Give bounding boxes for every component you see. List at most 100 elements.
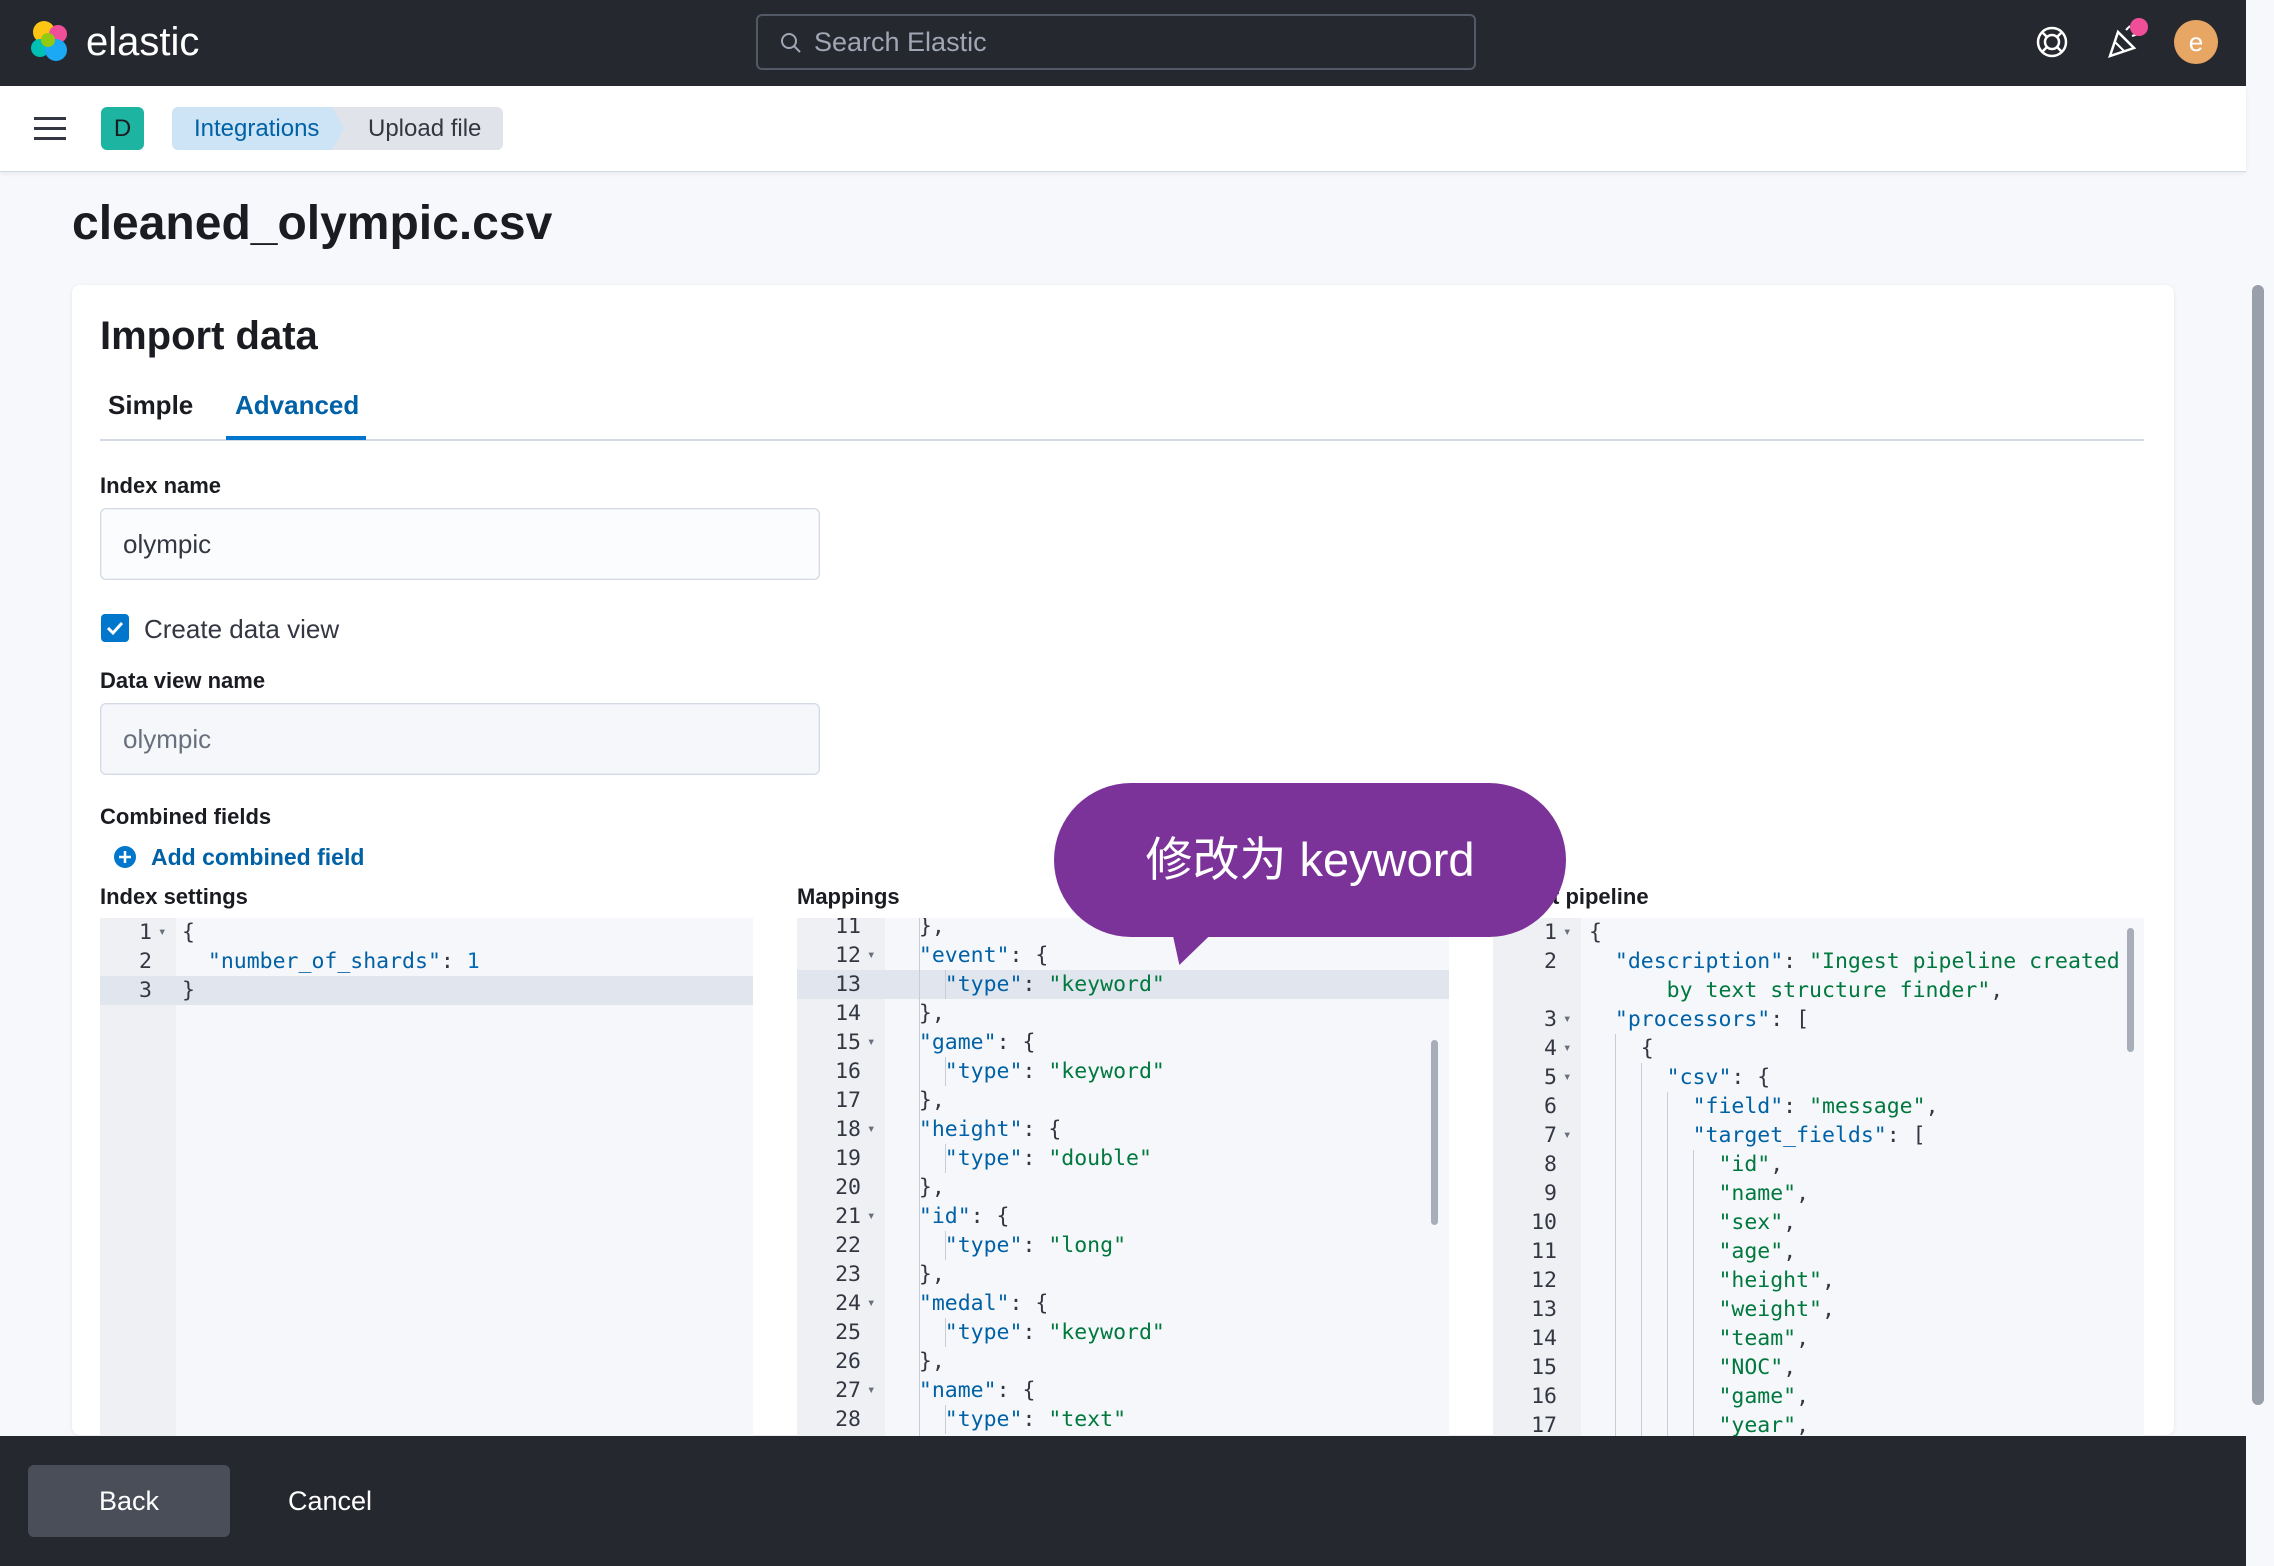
code-line[interactable]: 2 "number_of_shards": 1 [100, 947, 753, 976]
checkmark-icon [106, 621, 124, 636]
code-line[interactable]: 18 ▾ "height": { [797, 1115, 1449, 1144]
index-settings-editor[interactable]: 1 ▾{2 "number_of_shards": 1 3} [100, 918, 753, 1438]
code-line[interactable]: 12 ▾ "event": { [797, 941, 1449, 970]
index-name-input[interactable] [100, 508, 820, 580]
plus-in-circle-icon[interactable] [114, 846, 136, 868]
code-text: "type": "keyword" [944, 1059, 1165, 1084]
ingest-pipeline-editor[interactable]: 1 ▾{2 "description": "Ingest pipeline cre… [1493, 918, 2144, 1438]
code-line[interactable]: 10 "sex", [1493, 1208, 2144, 1237]
code-line[interactable]: 14 "team", [1493, 1324, 2144, 1353]
page-scrollbar[interactable] [2252, 285, 2264, 1405]
space-avatar[interactable]: D [101, 107, 144, 150]
code-line[interactable]: 26 }, [797, 1347, 1449, 1376]
line-number: 3 [139, 978, 152, 1003]
code-line[interactable]: 6 "field": "message", [1493, 1092, 2144, 1121]
tabs-divider [100, 439, 2144, 441]
indent-guide [919, 918, 920, 1438]
code-line[interactable]: 17 }, [797, 1086, 1449, 1115]
code-line[interactable]: 27 ▾ "name": { [797, 1376, 1449, 1405]
fold-toggle-icon[interactable]: ▾ [867, 1028, 875, 1057]
logo-text[interactable]: elastic [86, 18, 199, 66]
line-number: 17 [835, 1088, 861, 1113]
code-line[interactable]: 3 ▾ "processors": [ [1493, 1005, 2144, 1034]
code-line[interactable]: 5 ▾ "csv": { [1493, 1063, 2144, 1092]
code-line[interactable]: 20 }, [797, 1173, 1449, 1202]
line-number: 11 [835, 918, 861, 939]
code-line[interactable]: 9 "name", [1493, 1179, 2144, 1208]
line-number: 14 [835, 1001, 861, 1026]
tab-advanced[interactable]: Advanced [235, 390, 359, 421]
fold-toggle-icon[interactable]: ▾ [867, 1376, 875, 1405]
code-line[interactable]: 2 "description": "Ingest pipeline create… [1493, 947, 2144, 976]
code-text: "height", [1718, 1268, 1835, 1293]
create-data-view-checkbox[interactable] [101, 614, 129, 642]
code-line[interactable]: 8 "id", [1493, 1150, 2144, 1179]
fold-toggle-icon[interactable]: ▾ [1563, 1034, 1571, 1063]
code-line[interactable]: 1 ▾{ [1493, 918, 2144, 947]
cancel-button[interactable]: Cancel [272, 1465, 388, 1537]
data-view-name-input[interactable] [100, 703, 820, 775]
line-number: 7 [1544, 1123, 1557, 1148]
fold-toggle-icon[interactable]: ▾ [867, 1115, 875, 1144]
code-line[interactable]: 16 "game", [1493, 1382, 2144, 1411]
code-line[interactable]: 23 }, [797, 1260, 1449, 1289]
line-number: 16 [835, 1059, 861, 1084]
global-search[interactable] [756, 14, 1476, 70]
fold-toggle-icon[interactable]: ▾ [1563, 1005, 1571, 1034]
back-button[interactable]: Back [28, 1465, 230, 1537]
code-line[interactable]: 4 ▾ { [1493, 1034, 2144, 1063]
code-line[interactable]: 13 "type": "keyword" [797, 970, 1449, 999]
tab-simple[interactable]: Simple [108, 390, 193, 421]
search-input[interactable] [814, 22, 1454, 62]
fold-toggle-icon[interactable]: ▾ [1563, 1063, 1571, 1092]
code-line[interactable]: 3} [100, 976, 753, 1005]
code-line[interactable]: 17 "year", [1493, 1411, 2144, 1438]
code-line[interactable]: 16 "type": "keyword" [797, 1057, 1449, 1086]
code-line[interactable]: 28 "type": "text" [797, 1405, 1449, 1434]
code-line[interactable]: 11 "age", [1493, 1237, 2144, 1266]
fold-toggle-icon[interactable]: ▾ [1563, 1121, 1571, 1150]
code-line[interactable]: 24 ▾ "medal": { [797, 1289, 1449, 1318]
code-line[interactable]: by text structure finder", [1493, 976, 2144, 1005]
help-icon[interactable] [2034, 24, 2070, 60]
code-line[interactable]: 7 ▾ "target_fields": [ [1493, 1121, 2144, 1150]
code-line[interactable]: 12 "height", [1493, 1266, 2144, 1295]
code-line[interactable]: 14 }, [797, 999, 1449, 1028]
code-text: "type": "keyword" [944, 1320, 1165, 1345]
create-data-view-label[interactable]: Create data view [144, 614, 339, 645]
line-number: 25 [835, 1320, 861, 1345]
code-text: "target_fields": [ [1692, 1123, 1926, 1148]
fold-toggle-icon[interactable]: ▾ [1563, 918, 1571, 947]
code-line[interactable]: 1 ▾{ [100, 918, 753, 947]
add-combined-field-button[interactable]: Add combined field [151, 844, 364, 871]
code-text: "event": { [918, 943, 1049, 968]
fold-toggle-icon[interactable]: ▾ [867, 1202, 875, 1231]
line-number: 2 [139, 949, 152, 974]
code-line[interactable]: 19 "type": "double" [797, 1144, 1449, 1173]
annotation-callout: 修改为 keyword [1054, 783, 1566, 937]
fold-toggle-icon[interactable]: ▾ [867, 941, 875, 970]
line-number: 13 [1531, 1297, 1557, 1322]
code-line[interactable]: 13 "weight", [1493, 1295, 2144, 1324]
indent-guide [945, 1318, 946, 1347]
elastic-logo-icon[interactable] [26, 18, 74, 66]
code-line[interactable]: 15 ▾ "game": { [797, 1028, 1449, 1057]
hamburger-menu-icon[interactable] [34, 116, 66, 142]
line-number: 11 [1531, 1239, 1557, 1264]
mappings-editor[interactable]: 11 }, 12 ▾ "event": {13 "type": "keyword" 1… [797, 918, 1449, 1438]
code-line[interactable]: 21 ▾ "id": { [797, 1202, 1449, 1231]
fold-toggle-icon[interactable]: ▾ [158, 918, 166, 947]
indent-guide [945, 1144, 946, 1173]
notification-badge [2130, 18, 2148, 36]
fold-toggle-icon[interactable]: ▾ [867, 1289, 875, 1318]
page-title: cleaned_olympic.csv [72, 197, 553, 250]
breadcrumb-integrations[interactable]: Integrations [172, 107, 359, 150]
line-number: 27 [835, 1378, 861, 1403]
code-line[interactable]: 25 "type": "keyword" [797, 1318, 1449, 1347]
code-text: "number_of_shards": 1 [207, 949, 480, 974]
code-line[interactable]: 15 "NOC", [1493, 1353, 2144, 1382]
line-number: 6 [1544, 1094, 1557, 1119]
user-avatar[interactable]: e [2174, 20, 2218, 64]
code-line[interactable]: 22 "type": "long" [797, 1231, 1449, 1260]
indent-guide [945, 970, 946, 999]
